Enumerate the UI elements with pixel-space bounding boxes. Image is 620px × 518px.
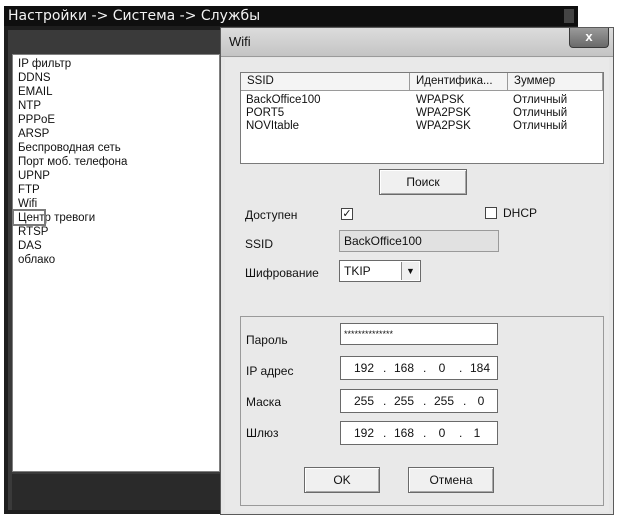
dialog-title-bar[interactable]: Wifi x	[221, 28, 613, 57]
service-item-ip-filter[interactable]: IP фильтр	[18, 57, 71, 71]
service-item-cloud[interactable]: облако	[18, 253, 55, 267]
wifi-dialog: Wifi x SSID Идентифика... Зуммер BackOff…	[220, 27, 614, 515]
title-bar-control[interactable]	[564, 9, 574, 23]
main-window-bottom-panel	[12, 474, 220, 510]
ip-address-label: IP адрес	[246, 364, 294, 378]
ip-dot: .	[423, 361, 427, 375]
cancel-button[interactable]: Отмена	[408, 467, 494, 493]
gateway-input[interactable]: 192 . 168 . 0 . 1	[340, 421, 498, 445]
ip-dot: .	[383, 426, 387, 440]
network-row-auth[interactable]: WPA2PSK	[416, 120, 471, 133]
subnet-mask-label: Маска	[246, 395, 281, 409]
gateway-octet[interactable]: 192	[349, 422, 379, 444]
service-item-arsp[interactable]: ARSP	[18, 127, 49, 141]
service-item-ftp[interactable]: FTP	[18, 183, 40, 197]
ip-dot: .	[423, 394, 427, 408]
mask-octet[interactable]: 255	[349, 390, 379, 412]
dropdown-arrow-icon[interactable]: ▼	[401, 262, 419, 280]
close-button[interactable]: x	[569, 28, 609, 48]
ip-dot: .	[383, 361, 387, 375]
selected-service-highlight	[12, 209, 46, 226]
ip-dot: .	[463, 394, 467, 408]
main-window-title-text: Настройки -> Система -> Службы	[8, 8, 261, 24]
network-row-signal[interactable]: Отличный	[513, 120, 567, 133]
service-list[interactable]: IP фильтр DDNS EMAIL NTP PPPoE ARSP Бесп…	[12, 54, 220, 472]
service-item-ddns[interactable]: DDNS	[18, 71, 51, 85]
network-row-ssid[interactable]: BackOffice100	[246, 94, 321, 107]
network-list[interactable]: SSID Идентифика... Зуммер BackOffice100 …	[240, 72, 604, 164]
service-item-das[interactable]: DAS	[18, 239, 42, 253]
service-item-pppoe[interactable]: PPPoE	[18, 113, 55, 127]
enabled-checkbox[interactable]: ✓	[341, 208, 353, 220]
network-row-signal[interactable]: Отличный	[513, 94, 567, 107]
dialog-title: Wifi	[229, 34, 251, 49]
network-row-auth[interactable]: WPAPSK	[416, 94, 464, 107]
ip-octet[interactable]: 192	[349, 357, 379, 379]
checkmark-icon: ✓	[342, 208, 352, 220]
service-item-mobile-port[interactable]: Порт моб. телефона	[18, 155, 127, 169]
ip-address-input[interactable]: 192 . 168 . 0 . 184	[340, 356, 498, 380]
ssid-field[interactable]: BackOffice100	[339, 230, 499, 252]
gateway-octet[interactable]: 1	[465, 422, 489, 444]
network-row-auth[interactable]: WPA2PSK	[416, 107, 471, 120]
password-input[interactable]: **************	[340, 323, 498, 345]
enabled-label: Доступен	[245, 208, 298, 222]
network-settings-panel: Пароль ************** IP адрес 192 . 168…	[240, 316, 604, 506]
ok-button[interactable]: OK	[304, 467, 380, 493]
network-row-ssid[interactable]: PORT5	[246, 107, 284, 120]
encryption-value: TKIP	[344, 264, 371, 278]
service-item-ntp[interactable]: NTP	[18, 99, 41, 113]
service-item-upnp[interactable]: UPNP	[18, 169, 50, 183]
ssid-label: SSID	[245, 237, 274, 251]
network-row-ssid[interactable]: NOVItable	[246, 120, 299, 133]
mask-octet[interactable]: 255	[389, 390, 419, 412]
encryption-label: Шифрование	[245, 266, 319, 280]
network-row-signal[interactable]: Отличный	[513, 107, 567, 120]
service-item-wireless[interactable]: Беспроводная сеть	[18, 141, 121, 155]
main-window-title: Настройки -> Система -> Службы	[4, 6, 578, 26]
ip-octet[interactable]: 168	[389, 357, 419, 379]
password-label: Пароль	[246, 333, 288, 347]
ip-octet[interactable]: 184	[465, 357, 495, 379]
gateway-label: Шлюз	[246, 426, 279, 440]
column-header-auth[interactable]: Идентифика...	[410, 73, 508, 91]
gateway-octet[interactable]: 0	[429, 422, 455, 444]
service-item-rtsp[interactable]: RTSP	[18, 225, 48, 239]
search-button[interactable]: Поиск	[379, 169, 467, 195]
service-item-email[interactable]: EMAIL	[18, 85, 53, 99]
ip-octet[interactable]: 0	[429, 357, 455, 379]
column-header-signal[interactable]: Зуммер	[508, 73, 603, 91]
gateway-octet[interactable]: 168	[389, 422, 419, 444]
ip-dot: .	[423, 426, 427, 440]
ip-dot: .	[459, 426, 463, 440]
mask-octet[interactable]: 0	[469, 390, 493, 412]
mask-octet[interactable]: 255	[429, 390, 459, 412]
column-header-ssid[interactable]: SSID	[241, 73, 410, 91]
ip-dot: .	[383, 394, 387, 408]
close-icon: x	[585, 29, 593, 44]
subnet-mask-input[interactable]: 255 . 255 . 255 . 0	[340, 389, 498, 413]
ip-dot: .	[459, 361, 463, 375]
dhcp-label: DHCP	[503, 206, 538, 220]
dhcp-checkbox[interactable]	[485, 207, 497, 219]
encryption-select[interactable]: TKIP ▼	[339, 260, 421, 282]
